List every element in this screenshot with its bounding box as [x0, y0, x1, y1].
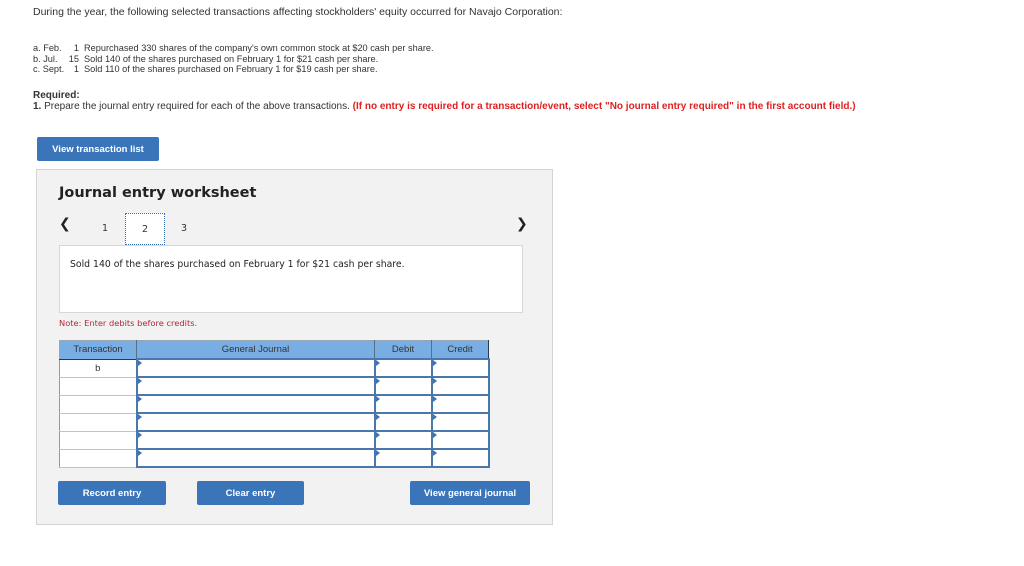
dropdown-flag-icon	[137, 432, 142, 438]
transaction-cell	[59, 448, 137, 468]
dropdown-flag-icon	[137, 450, 142, 456]
transaction-label: c. Sept.	[33, 64, 65, 74]
chevron-right-icon[interactable]: ❯	[516, 216, 528, 232]
credit-input[interactable]	[430, 394, 490, 414]
transaction-item-b: b. Jul. 15 Sold 140 of the shares purchase…	[33, 54, 434, 65]
tab-1[interactable]: 1	[85, 213, 125, 243]
transaction-item-a: a. Feb. 1 Repurchased 330 shares of the co…	[33, 43, 434, 54]
transaction-description: Sold 140 of the shares purchased on Febr…	[70, 259, 405, 270]
input-flag-icon	[375, 432, 380, 438]
transaction-cell	[59, 412, 137, 432]
record-entry-button[interactable]: Record entry	[58, 481, 166, 505]
intro-text: During the year, the following selected …	[33, 6, 563, 18]
account-input[interactable]	[135, 448, 376, 468]
account-input[interactable]	[135, 394, 376, 414]
journal-entry-worksheet: Journal entry worksheet ❮ 1 2 3 ❯ Sold 1…	[36, 169, 553, 525]
input-flag-icon	[375, 360, 380, 366]
journal-header-row: Transaction General Journal Debit Credit	[59, 340, 489, 360]
tab-2[interactable]: 2	[125, 213, 165, 245]
journal-table: Transaction General Journal Debit Credit…	[59, 340, 490, 468]
view-general-journal-button[interactable]: View general journal	[410, 481, 530, 505]
dropdown-flag-icon	[137, 378, 142, 384]
account-input[interactable]	[135, 430, 376, 450]
required-text: Prepare the journal entry required for e…	[44, 101, 350, 112]
input-flag-icon	[375, 414, 380, 420]
account-input[interactable]	[135, 376, 376, 396]
chevron-left-icon[interactable]: ❮	[59, 216, 71, 232]
dropdown-flag-icon	[137, 360, 142, 366]
required-heading: Required:	[33, 90, 80, 101]
debit-input[interactable]	[373, 430, 433, 450]
debit-input[interactable]	[373, 412, 433, 432]
input-flag-icon	[432, 414, 437, 420]
credit-input[interactable]	[430, 430, 490, 450]
debit-input[interactable]	[373, 376, 433, 396]
input-flag-icon	[432, 432, 437, 438]
table-row	[59, 430, 490, 450]
debit-input[interactable]	[373, 448, 433, 468]
input-flag-icon	[432, 360, 437, 366]
credit-input[interactable]	[430, 358, 490, 378]
header-transaction: Transaction	[59, 340, 137, 360]
required-instructions: 1. Prepare the journal entry required fo…	[33, 101, 856, 112]
transaction-text: Repurchased 330 shares of the company's …	[84, 43, 434, 53]
transaction-day: 1	[73, 43, 79, 53]
input-flag-icon	[375, 450, 380, 456]
credit-input[interactable]	[430, 412, 490, 432]
view-transaction-list-button[interactable]: View transaction list	[37, 137, 159, 161]
debit-input[interactable]	[373, 394, 433, 414]
dropdown-flag-icon	[137, 396, 142, 402]
required-note: (If no entry is required for a transacti…	[352, 101, 856, 112]
input-flag-icon	[432, 378, 437, 384]
input-flag-icon	[432, 450, 437, 456]
transaction-label: a. Feb.	[33, 43, 62, 53]
table-row	[59, 412, 490, 432]
transaction-item-c: c. Sept. 1 Sold 110 of the shares purchase…	[33, 64, 434, 75]
transaction-list: a. Feb. 1 Repurchased 330 shares of the co…	[33, 43, 434, 75]
transaction-label: b. Jul.	[33, 53, 58, 64]
transaction-cell	[59, 430, 137, 450]
table-row: b	[59, 358, 490, 378]
transaction-cell	[59, 376, 137, 396]
transaction-day: 1	[73, 64, 79, 74]
tab-3[interactable]: 3	[164, 213, 204, 243]
clear-entry-button[interactable]: Clear entry	[197, 481, 304, 505]
input-flag-icon	[375, 378, 380, 384]
table-row	[59, 376, 490, 396]
worksheet-title: Journal entry worksheet	[59, 185, 257, 201]
table-row	[59, 448, 490, 468]
transaction-cell: b	[59, 358, 137, 378]
debits-note: Note: Enter debits before credits.	[59, 318, 198, 328]
account-input[interactable]	[135, 358, 376, 378]
transaction-text: Sold 140 of the shares purchased on Febr…	[84, 53, 379, 64]
credit-input[interactable]	[430, 376, 490, 396]
debit-input[interactable]	[373, 358, 433, 378]
transaction-description-box: Sold 140 of the shares purchased on Febr…	[59, 245, 523, 313]
account-input[interactable]	[135, 412, 376, 432]
input-flag-icon	[432, 396, 437, 402]
header-credit: Credit	[431, 340, 489, 360]
header-general-journal: General Journal	[136, 340, 375, 360]
table-row	[59, 394, 490, 414]
transaction-text: Sold 110 of the shares purchased on Febr…	[84, 64, 378, 74]
transaction-cell	[59, 394, 137, 414]
input-flag-icon	[375, 396, 380, 402]
dropdown-flag-icon	[137, 414, 142, 420]
transaction-day: 15	[68, 53, 79, 64]
header-debit: Debit	[374, 340, 432, 360]
page: During the year, the following selected …	[0, 0, 1024, 566]
required-number: 1.	[33, 101, 42, 112]
credit-input[interactable]	[430, 448, 490, 468]
